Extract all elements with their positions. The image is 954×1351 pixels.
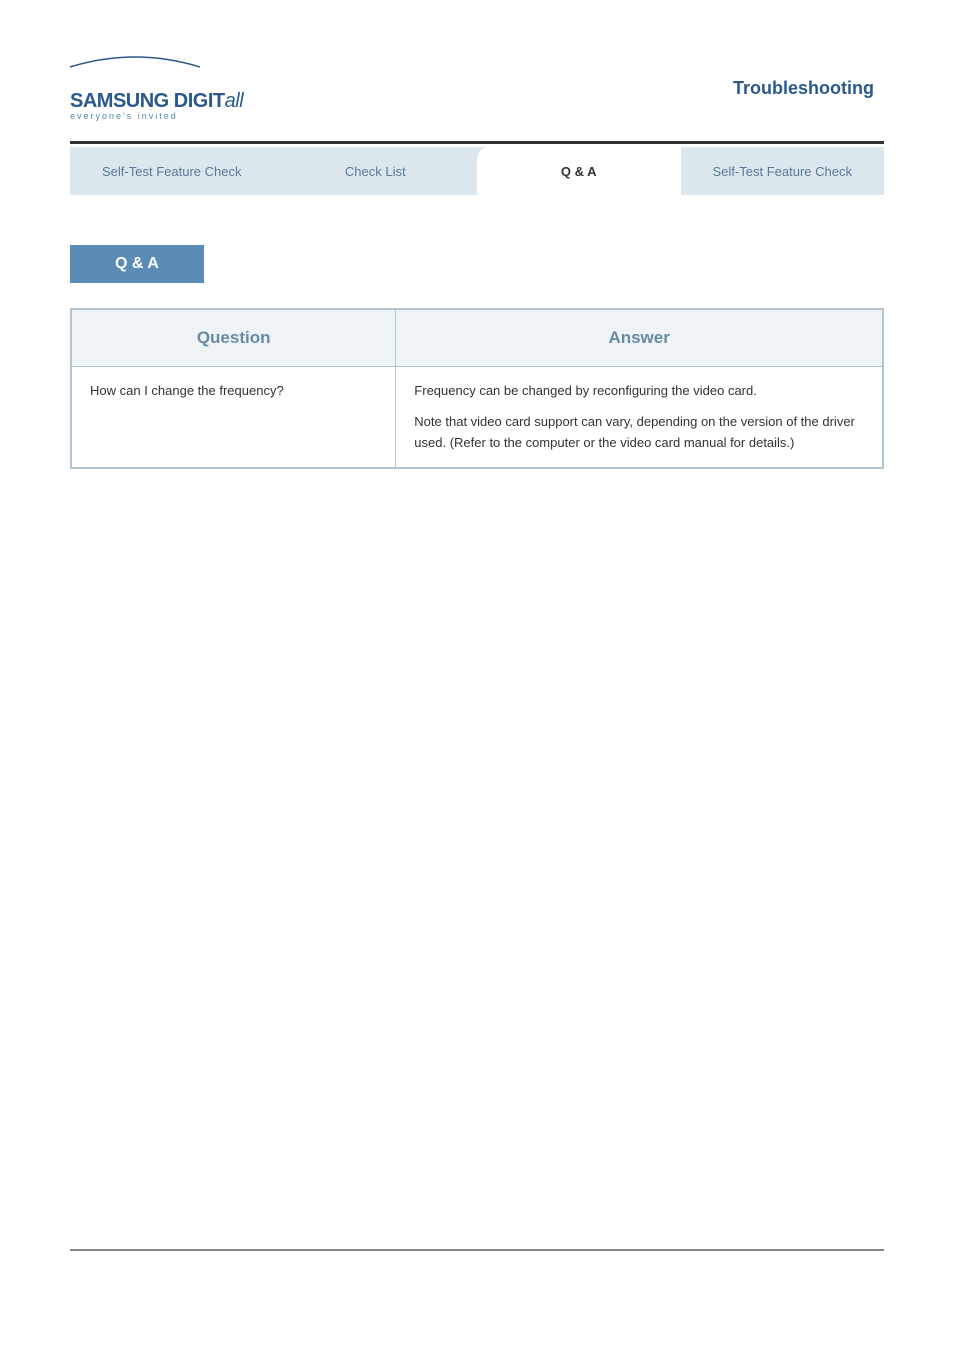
tab-self-test-2[interactable]: Self-Test Feature Check <box>681 147 885 195</box>
tab-check-list[interactable]: Check List <box>274 147 478 195</box>
logo-brand-bold: SAMSUNG DIGIT <box>70 90 225 112</box>
answer-line-1: Frequency can be changed by reconfigurin… <box>414 381 864 402</box>
tab-qa[interactable]: Q & A <box>477 147 681 195</box>
logo-arc-icon <box>65 52 205 72</box>
answer-cell: Frequency can be changed by reconfigurin… <box>396 367 883 469</box>
logo-brand-italic: all <box>225 90 244 112</box>
footer-divider <box>70 1249 884 1251</box>
qa-table: Question Answer How can I change the fre… <box>70 308 884 469</box>
header-divider <box>70 141 884 144</box>
page-title: Troubleshooting <box>733 78 874 99</box>
question-cell: How can I change the frequency? <box>71 367 396 469</box>
tab-self-test-1[interactable]: Self-Test Feature Check <box>70 147 274 195</box>
tab-bar: Self-Test Feature Check Check List Q & A… <box>70 147 884 195</box>
answer-line-2: Note that video card support can vary, d… <box>414 412 864 454</box>
table-row: How can I change the frequency? Frequenc… <box>71 367 883 469</box>
table-header-question: Question <box>71 309 396 367</box>
table-header-answer: Answer <box>396 309 883 367</box>
section-badge: Q & A <box>70 245 204 283</box>
